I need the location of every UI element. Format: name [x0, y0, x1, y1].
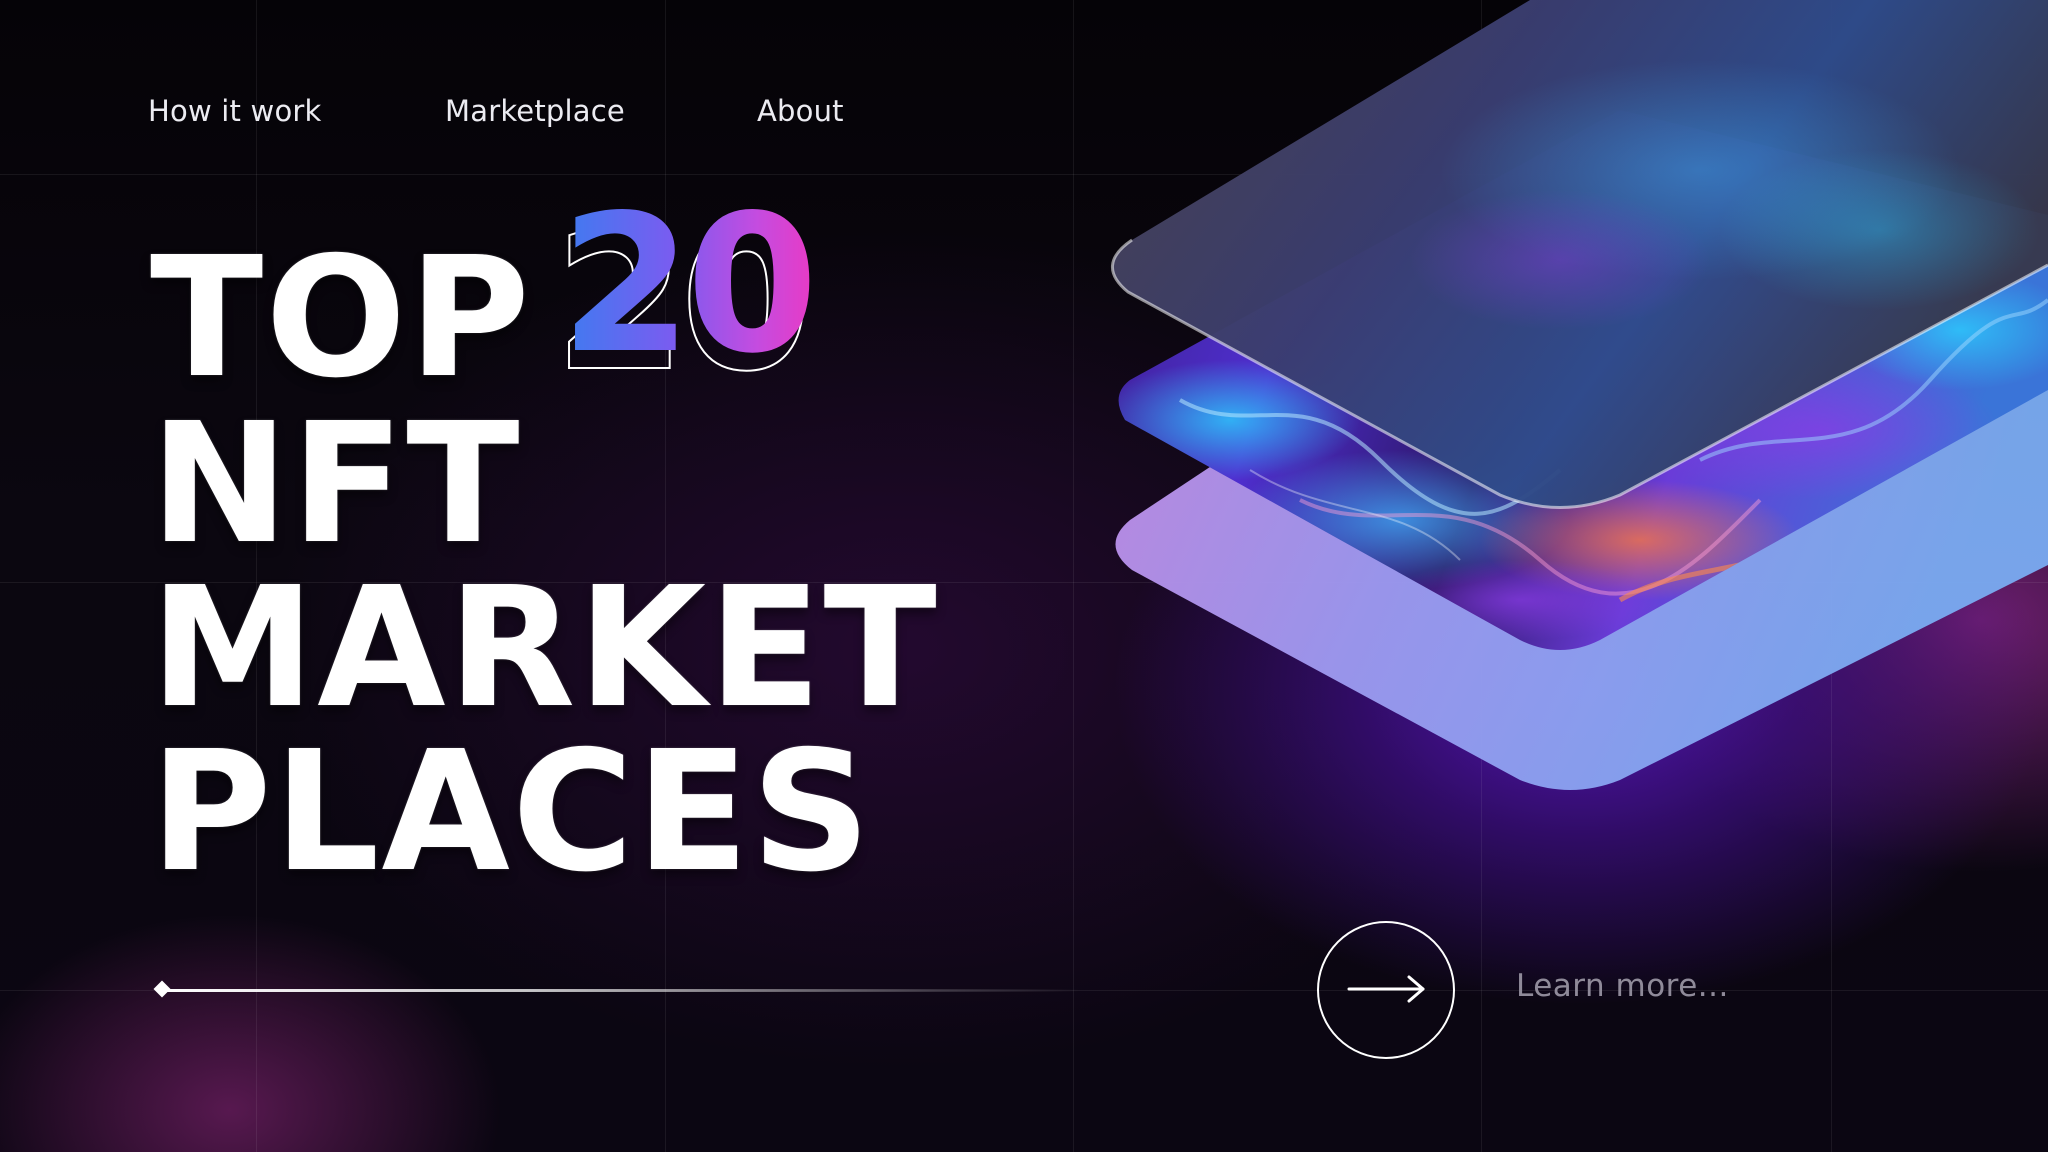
nav-about[interactable]: About — [757, 94, 844, 128]
headline-top: TOP — [150, 222, 533, 415]
grid-line — [1481, 0, 1482, 1152]
nav-how-it-work[interactable]: How it work — [148, 94, 322, 128]
next-arrow-button[interactable] — [1317, 921, 1455, 1059]
hero-page: How it work Marketplace About TOP 20 20 … — [0, 0, 2048, 1152]
grid-line — [0, 174, 2048, 175]
grid-line — [1073, 0, 1074, 1152]
headline-number-gradient: 20 — [560, 174, 818, 395]
nav-marketplace[interactable]: Marketplace — [445, 94, 625, 128]
slider-handle[interactable] — [153, 980, 171, 998]
headline-nft: NFT — [150, 388, 522, 581]
slider-track[interactable] — [160, 989, 1080, 992]
headline-places: PLACES — [150, 716, 873, 909]
grid-line — [1831, 0, 1832, 1152]
arrow-right-icon — [1347, 975, 1425, 1003]
headline-number: 20 20 — [553, 174, 880, 430]
headline-market: MARKET — [150, 552, 939, 745]
learn-more-link[interactable]: Learn more... — [1516, 968, 1729, 1004]
